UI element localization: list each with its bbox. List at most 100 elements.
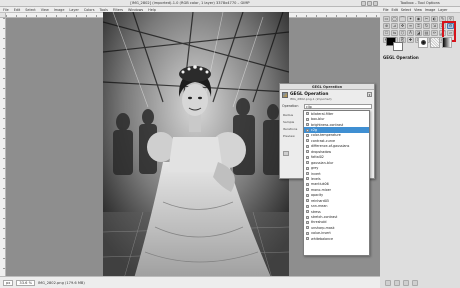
toolbox-title: Toolbox – Tool Options [400, 1, 440, 5]
dialog-header: GEGL Operation IMG_2802.png-1 (imported)… [280, 90, 374, 103]
menu-help[interactable]: Help [148, 8, 156, 12]
menu-edit[interactable]: Edit [14, 8, 21, 12]
operation-option-label: fattal02 [311, 155, 324, 160]
image-window-titlebar[interactable]: [IMG_2802] (imported)-1.0 (RGB color, 1 … [0, 0, 380, 7]
tbx-menu-select[interactable]: Select [401, 8, 411, 12]
reset-options-button[interactable] [412, 280, 418, 286]
dialog-options-labels: Radius Sample Iterations Preview [283, 113, 297, 138]
operation-icon [306, 128, 309, 132]
operation-dropdown-list: bilateral-filter box-blur brightness-contr… [303, 110, 370, 256]
operation-option[interactable]: whitebalance [304, 236, 369, 241]
menu-colors[interactable]: Colors [84, 8, 95, 12]
operation-option-label: value-invert [311, 231, 331, 236]
operation-option-label: contrast-curve [311, 138, 336, 143]
color-select-tool-icon[interactable]: ◉ [415, 16, 422, 22]
text-tool-icon[interactable]: A [407, 30, 414, 36]
unit-selector[interactable]: px [3, 279, 14, 286]
rect-select-tool-icon[interactable]: ▭ [383, 16, 390, 22]
brush-preview[interactable] [418, 37, 428, 48]
bucket-fill-tool-icon[interactable]: ◪ [415, 30, 422, 36]
operation-icon [306, 161, 309, 165]
help-button[interactable] [283, 151, 289, 156]
color-swatches[interactable] [386, 37, 416, 51]
dialog-header-text: GEGL Operation IMG_2802.png-1 (imported) [290, 92, 332, 101]
operation-option-label: unsharp-mask [311, 225, 335, 230]
operation-select[interactable]: clip [304, 103, 372, 109]
toolbox-titlebar[interactable]: Toolbox – Tool Options [380, 0, 460, 7]
operation-option-label: levels [311, 176, 321, 181]
menu-file[interactable]: File [3, 8, 9, 12]
move-tool-icon[interactable]: ✥ [399, 23, 406, 29]
operation-option-label: snn-mean [311, 204, 328, 209]
maximize-button[interactable] [367, 1, 372, 6]
crop-tool-icon[interactable]: ⌗ [415, 23, 422, 29]
operation-icon [306, 199, 309, 203]
align-tool-icon[interactable]: ≡ [407, 23, 414, 29]
close-icon[interactable]: ▾ [367, 92, 372, 97]
free-select-tool-icon[interactable]: ⌒ [399, 16, 406, 22]
ellipse-select-tool-icon[interactable]: ◯ [391, 16, 398, 22]
operation-icon [306, 172, 309, 176]
flip-tool-icon[interactable]: ⇋ [391, 30, 398, 36]
operation-option-label: grey [311, 166, 319, 171]
operation-option-label: mono-mixer [311, 187, 331, 192]
operation-option-label: stress [311, 209, 321, 214]
menu-view[interactable]: View [41, 8, 49, 12]
pencil-tool-icon[interactable]: ✏ [431, 30, 438, 36]
operation-icon [306, 112, 309, 116]
measure-tool-icon[interactable]: ⊿ [391, 23, 398, 29]
operation-icon [306, 237, 309, 241]
minimize-button[interactable] [361, 1, 366, 6]
dialog-subheading: IMG_2802.png-1 (imported) [290, 97, 332, 101]
operation-option-label: bilateral-filter [311, 111, 334, 116]
blend-tool-icon[interactable]: ▤ [423, 30, 430, 36]
tbx-menu-edit[interactable]: Edit [392, 8, 398, 12]
background-color-swatch[interactable] [393, 42, 403, 51]
scale-tool-icon[interactable]: ⇲ [431, 23, 438, 29]
operation-option-label: mantiuk06 [311, 182, 329, 187]
menu-windows[interactable]: Windows [128, 8, 143, 12]
cage-tool-icon[interactable]: ⬡ [399, 30, 406, 36]
menu-tools[interactable]: Tools [100, 8, 108, 12]
menu-layer[interactable]: Layer [69, 8, 78, 12]
operation-icon [306, 193, 309, 197]
zoom-selector[interactable]: 33.6 % [16, 279, 35, 286]
pattern-preview[interactable] [430, 37, 440, 48]
close-button[interactable] [373, 1, 378, 6]
operation-option-label: whitebalance [311, 236, 334, 241]
tbx-menu-file[interactable]: File [383, 8, 389, 12]
scissors-tool-icon[interactable]: ✂ [423, 16, 430, 22]
operation-option-label: gaussian-blur [311, 160, 334, 165]
operation-icon [306, 231, 309, 235]
menu-image[interactable]: Image [54, 8, 65, 12]
gradient-preview[interactable] [442, 37, 452, 48]
tbx-menu-image[interactable]: Image [425, 8, 435, 12]
menu-filters[interactable]: Filters [113, 8, 123, 12]
operation-icon [306, 150, 309, 154]
zoom-tool-icon[interactable]: ⊕ [383, 23, 390, 29]
operation-icon [306, 182, 309, 186]
operation-icon [306, 210, 309, 214]
foreground-select-tool-icon[interactable]: ◐ [431, 16, 438, 22]
operation-option-label: dropshadow [311, 149, 332, 154]
option-label-3: Iterations [283, 127, 298, 131]
rotate-tool-icon[interactable]: ↻ [423, 23, 430, 29]
photo-image [103, 12, 289, 282]
photo-canvas[interactable] [103, 12, 289, 282]
operation-option-label: reinhard05 [311, 198, 330, 203]
save-options-button[interactable] [385, 280, 391, 286]
operation-option-label: difference-of-gaussians [311, 144, 350, 149]
operation-icon [306, 155, 309, 159]
status-filename: IMG_2802.png (179.6 MB) [37, 280, 85, 285]
operation-option-label: box-blur [311, 117, 325, 122]
perspective-tool-icon[interactable]: ⬠ [383, 30, 390, 36]
restore-options-button[interactable] [394, 280, 400, 286]
operation-icon [306, 220, 309, 224]
menu-select[interactable]: Select [25, 8, 35, 12]
fuzzy-select-tool-icon[interactable]: ✦ [407, 16, 414, 22]
delete-options-button[interactable] [403, 280, 409, 286]
operation-label: Operation [282, 104, 299, 108]
tbx-menu-layer[interactable]: Layer [438, 8, 447, 12]
option-label-1: Radius [283, 113, 294, 117]
tbx-menu-view[interactable]: View [414, 8, 422, 12]
